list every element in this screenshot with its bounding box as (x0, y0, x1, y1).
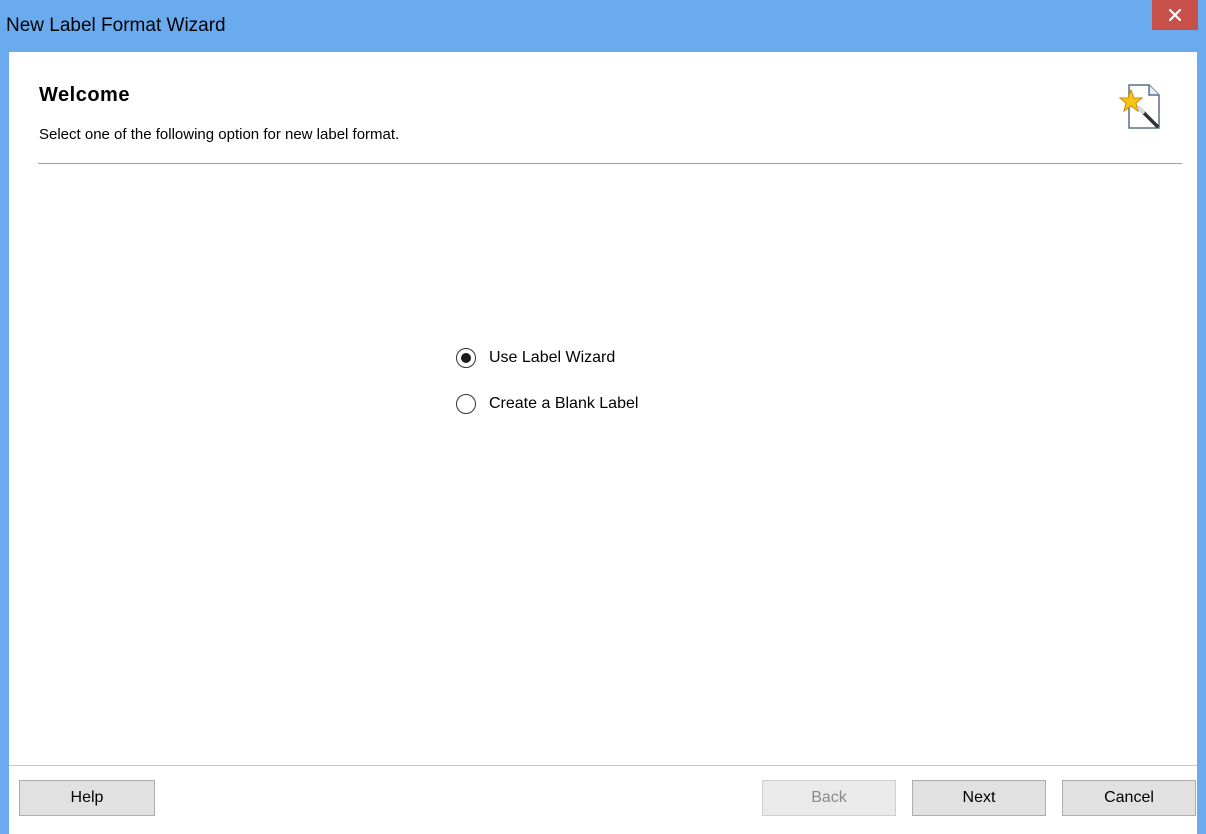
close-button[interactable] (1152, 0, 1198, 30)
option-label: Create a Blank Label (489, 395, 639, 412)
page-title: Welcome (39, 84, 130, 106)
radio-button-selected[interactable] (456, 348, 476, 368)
label-wizard-icon (1118, 84, 1160, 129)
back-button[interactable]: Back (762, 780, 896, 816)
radio-dot (461, 353, 471, 363)
title-bar: New Label Format Wizard (0, 0, 1206, 52)
window-title: New Label Format Wizard (6, 15, 226, 36)
page-subtitle: Select one of the following option for n… (39, 126, 400, 143)
option-use-label-wizard[interactable]: Use Label Wizard (456, 346, 756, 370)
footer-divider (9, 765, 1197, 766)
close-icon (1168, 8, 1182, 22)
option-create-blank-label[interactable]: Create a Blank Label (456, 392, 756, 416)
wizard-header: Welcome Select one of the following opti… (9, 52, 1197, 164)
radio-button[interactable] (456, 394, 476, 414)
next-button[interactable]: Next (912, 780, 1046, 816)
help-button[interactable]: Help (19, 780, 155, 816)
header-divider (38, 163, 1182, 164)
cancel-button[interactable]: Cancel (1062, 780, 1196, 816)
option-label: Use Label Wizard (489, 349, 616, 366)
